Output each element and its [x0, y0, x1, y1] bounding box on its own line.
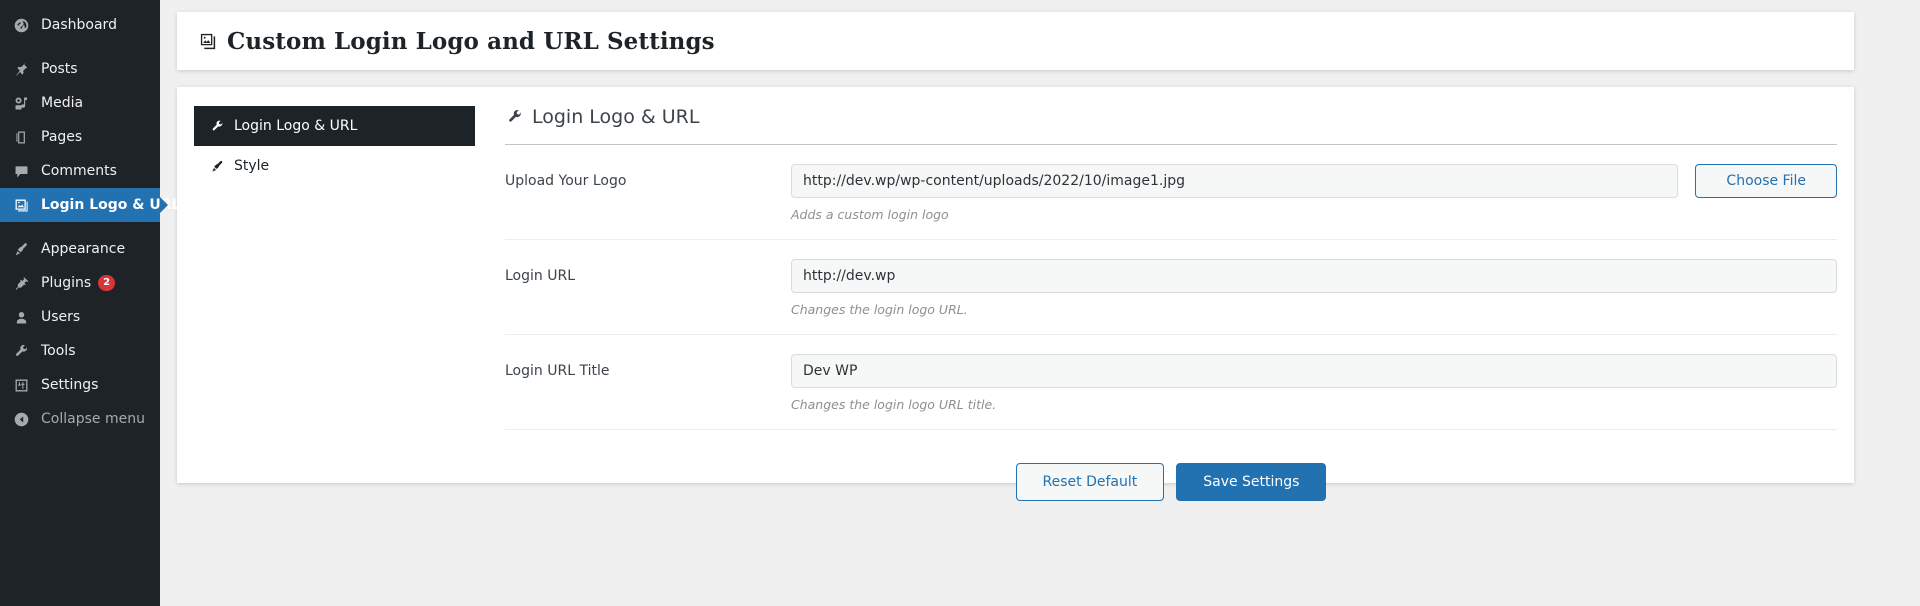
sidebar-item-label: Users [41, 309, 81, 325]
brush-icon [10, 239, 32, 259]
reset-default-button[interactable]: Reset Default [1015, 463, 1165, 501]
pages-icon [10, 127, 32, 147]
field-label: Login URL Title [505, 363, 610, 379]
field-row-upload-logo: Upload Your Logo Adds a custom login log… [505, 145, 1837, 240]
sidebar-item-label: Plugins [41, 275, 92, 291]
choose-file-button[interactable]: Choose File [1695, 164, 1837, 198]
sidebar-item-label: Posts [41, 61, 78, 77]
sidebar-item-login-logo-url[interactable]: Login Logo & URL [0, 188, 180, 222]
sidebar-item-tools[interactable]: Tools [0, 334, 160, 368]
user-icon [10, 307, 32, 327]
sidebar-item-label: Settings [41, 377, 99, 393]
brush-icon [208, 159, 226, 174]
tab-style[interactable]: Style [194, 146, 475, 186]
panel-title: Login Logo & URL [505, 106, 1837, 145]
sidebar-item-label: Comments [41, 163, 117, 179]
sidebar-item-label: Media [41, 95, 84, 111]
sidebar-item-label: Login Logo & URL [41, 197, 181, 213]
pin-icon [10, 59, 32, 79]
sidebar-item-appearance[interactable]: Appearance [0, 232, 160, 266]
field-hint: Changes the login logo URL. [791, 302, 968, 317]
sidebar-item-plugins[interactable]: Plugins 2 [0, 266, 160, 300]
sidebar-item-posts[interactable]: Posts [0, 52, 160, 86]
field-hint: Changes the login logo URL title. [791, 397, 997, 412]
plugins-update-badge: 2 [98, 275, 116, 291]
wrench-icon [208, 119, 226, 134]
dashboard-icon [10, 15, 32, 35]
page-header-card: Custom Login Logo and URL Settings [177, 12, 1854, 70]
admin-sidebar: Dashboard Posts Media Pages Comments Log… [0, 0, 180, 606]
sidebar-item-label: Pages [41, 129, 83, 145]
sidebar-item-collapse-menu[interactable]: Collapse menu [0, 402, 160, 436]
form-actions: Reset Default Save Settings [505, 430, 1837, 501]
field-hint: Adds a custom login logo [791, 207, 949, 222]
sidebar-item-users[interactable]: Users [0, 300, 160, 334]
sidebar-item-pages[interactable]: Pages [0, 120, 160, 154]
comment-icon [10, 161, 32, 181]
field-label: Login URL [505, 268, 575, 284]
upload-logo-input[interactable] [791, 164, 1679, 198]
tab-label: Login Logo & URL [234, 118, 358, 134]
page-title: Custom Login Logo and URL Settings [227, 27, 715, 55]
settings-card: Login Logo & URL Style Login Logo & URL … [177, 87, 1854, 501]
panel-title-label: Login Logo & URL [532, 106, 700, 128]
sliders-icon [10, 375, 32, 395]
login-url-input[interactable] [791, 259, 1837, 293]
media-icon [10, 93, 32, 113]
settings-panel: Login Logo & URL Upload Your Logo Adds a… [475, 106, 1854, 501]
field-label: Upload Your Logo [505, 173, 627, 189]
sidebar-item-label: Collapse menu [41, 411, 145, 427]
save-settings-button[interactable]: Save Settings [1176, 463, 1327, 501]
field-row-login-url: Login URL Changes the login logo URL. [505, 240, 1837, 335]
sidebar-item-settings[interactable]: Settings [0, 368, 160, 402]
images-icon [10, 195, 32, 215]
plug-icon [10, 273, 32, 293]
images-icon [199, 32, 218, 51]
sidebar-item-media[interactable]: Media [0, 86, 160, 120]
main-content: Custom Login Logo and URL Settings Login… [160, 0, 1920, 606]
sidebar-item-dashboard[interactable]: Dashboard [0, 8, 160, 42]
tab-label: Style [234, 158, 270, 174]
wrench-icon [10, 341, 32, 361]
settings-tab-list: Login Logo & URL Style [177, 106, 475, 483]
collapse-arrow-icon [10, 409, 32, 429]
field-row-login-url-title: Login URL Title Changes the login logo U… [505, 335, 1837, 430]
login-url-title-input[interactable] [791, 354, 1837, 388]
wrench-icon [505, 108, 525, 126]
sidebar-item-label: Dashboard [41, 17, 117, 33]
sidebar-item-comments[interactable]: Comments [0, 154, 160, 188]
sidebar-item-label: Tools [41, 343, 76, 359]
sidebar-item-label: Appearance [41, 241, 126, 257]
tab-login-logo-url[interactable]: Login Logo & URL [194, 106, 475, 146]
